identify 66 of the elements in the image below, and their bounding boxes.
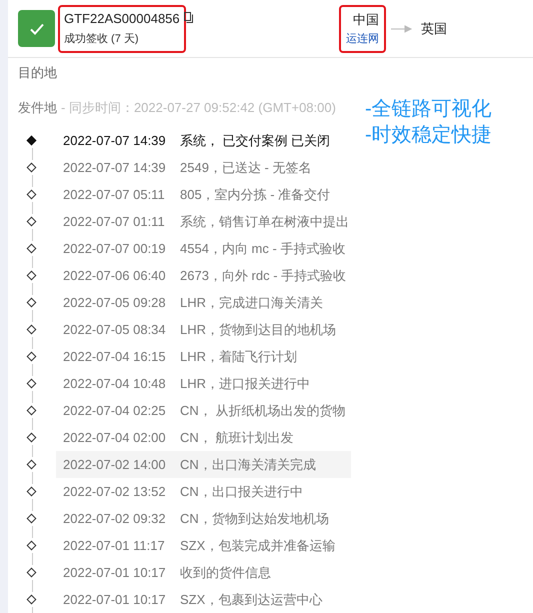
event-row[interactable]: 2022-07-02 14:00 CN，出口海关清关完成 — [56, 451, 351, 478]
event-row[interactable]: 2022-07-07 01:11 系统，销售订单在树液中提出 — [56, 208, 351, 235]
event-row[interactable]: 2022-07-04 02:00 CN， 航班计划出发 — [56, 424, 351, 451]
annotation-text: -时效稳定快捷 — [365, 123, 492, 148]
event-description: 2673，向外 rdc - 手持式验收 — [180, 266, 346, 285]
event-description: 系统， 已交付案例 已关闭 — [180, 132, 330, 150]
event-time: 2022-07-07 14:39 — [63, 132, 167, 150]
event-time: 2022-07-04 10:48 — [63, 374, 167, 393]
event-row[interactable]: 2022-07-04 16:15 LHR，着陆飞行计划 — [56, 343, 351, 370]
event-description: CN， 从折纸机场出发的货物 — [180, 402, 346, 420]
event-row[interactable]: 2022-07-06 06:40 2673，向外 rdc - 手持式验收 — [56, 262, 351, 289]
event-description: SZX，包装完成并准备运输 — [180, 536, 336, 555]
event-row[interactable]: 2022-07-07 00:19 4554，内向 mc - 手持式验收 — [56, 235, 351, 262]
event-description: 2549，已送达 - 无签名 — [180, 158, 312, 177]
event-description: LHR，着陆飞行计划 — [180, 348, 298, 366]
event-row[interactable]: 2022-07-02 13:52 CN，出口报关进行中 — [56, 478, 351, 505]
event-description: SZX，包裹到达运营中心 — [180, 590, 322, 609]
carrier-link[interactable]: 运连网 — [346, 31, 379, 48]
event-description: 805，室内分拣 - 准备交付 — [180, 186, 330, 204]
event-description: 收到的货件信息 — [180, 564, 271, 582]
event-row[interactable]: 2022-07-07 14:39 系统， 已交付案例 已关闭 — [56, 127, 351, 154]
event-description: CN，货物到达始发地机场 — [180, 510, 329, 528]
event-row[interactable]: 2022-07-04 02:25 CN， 从折纸机场出发的货物 — [56, 397, 351, 424]
event-row[interactable]: 2022-07-04 10:48 LHR，进口报关进行中 — [56, 370, 351, 397]
event-time: 2022-07-04 02:00 — [63, 428, 167, 447]
event-time: 2022-07-07 14:39 — [63, 158, 167, 177]
event-row[interactable]: 2022-07-07 05:11 805，室内分拣 - 准备交付 — [56, 181, 351, 208]
event-description: LHR，完成进口海关清关 — [180, 294, 324, 312]
event-description: CN， 航班计划出发 — [180, 428, 294, 447]
copy-icon[interactable] — [184, 12, 193, 23]
event-time: 2022-07-05 08:34 — [63, 320, 167, 339]
event-time: 2022-07-02 14:00 — [63, 456, 167, 474]
route-arrow-icon — [391, 24, 413, 32]
event-row[interactable]: 2022-07-01 11:17 SZX，包装完成并准备运输 — [56, 532, 351, 559]
event-time: 2022-07-04 16:15 — [63, 348, 167, 366]
event-time: 2022-07-07 00:19 — [63, 240, 167, 258]
event-time: 2022-07-01 11:17 — [63, 536, 166, 555]
event-time: 2022-07-04 02:25 — [63, 402, 167, 420]
event-row[interactable]: 2022-07-05 08:34 LHR，货物到达目的地机场 — [56, 316, 351, 343]
event-time: 2022-07-07 01:11 — [63, 212, 166, 231]
event-description: 系统，销售订单在树液中提出 — [180, 212, 349, 231]
event-description: LHR，进口报关进行中 — [180, 374, 310, 393]
annotation-text: -全链路可视化 — [365, 97, 492, 122]
delivery-status: 成功签收 (7 天) — [64, 32, 140, 47]
event-description: CN，出口报关进行中 — [180, 482, 303, 501]
tracking-number: GTF22AS00004856 — [64, 10, 180, 28]
event-time: 2022-07-02 13:52 — [63, 482, 167, 501]
destination-label: 目的地 — [18, 64, 58, 82]
destination-country: 英国 — [421, 20, 447, 38]
event-row[interactable]: 2022-07-02 09:32 CN，货物到达始发地机场 — [56, 505, 351, 532]
event-description: 4554，内向 mc - 手持式验收 — [180, 240, 346, 258]
event-time: 2022-07-01 10:17 — [63, 590, 167, 609]
origin-country: 中国 — [353, 10, 379, 28]
event-time: 2022-07-07 05:11 — [63, 186, 166, 204]
event-time: 2022-07-02 09:32 — [63, 510, 167, 528]
event-row[interactable]: 2022-07-01 10:17 SZX，包裹到达运营中心 — [56, 586, 351, 613]
event-row[interactable]: 2022-07-01 10:17 收到的货件信息 — [56, 559, 351, 586]
event-row[interactable]: 2022-07-07 14:39 2549，已送达 - 无签名 — [56, 154, 351, 181]
event-description: CN，出口海关清关完成 — [180, 456, 316, 474]
event-time: 2022-07-06 06:40 — [63, 266, 167, 285]
event-row[interactable]: 2022-07-05 09:28 LHR，完成进口海关清关 — [56, 289, 351, 316]
event-time: 2022-07-01 10:17 — [63, 564, 167, 582]
event-description: LHR，货物到达目的地机场 — [180, 320, 336, 339]
sync-time: - 同步时间：2022-07-27 09:52:42 (GMT+08:00) — [61, 98, 336, 117]
event-time: 2022-07-05 09:28 — [63, 294, 167, 312]
origin-label: 发件地 — [18, 98, 57, 116]
